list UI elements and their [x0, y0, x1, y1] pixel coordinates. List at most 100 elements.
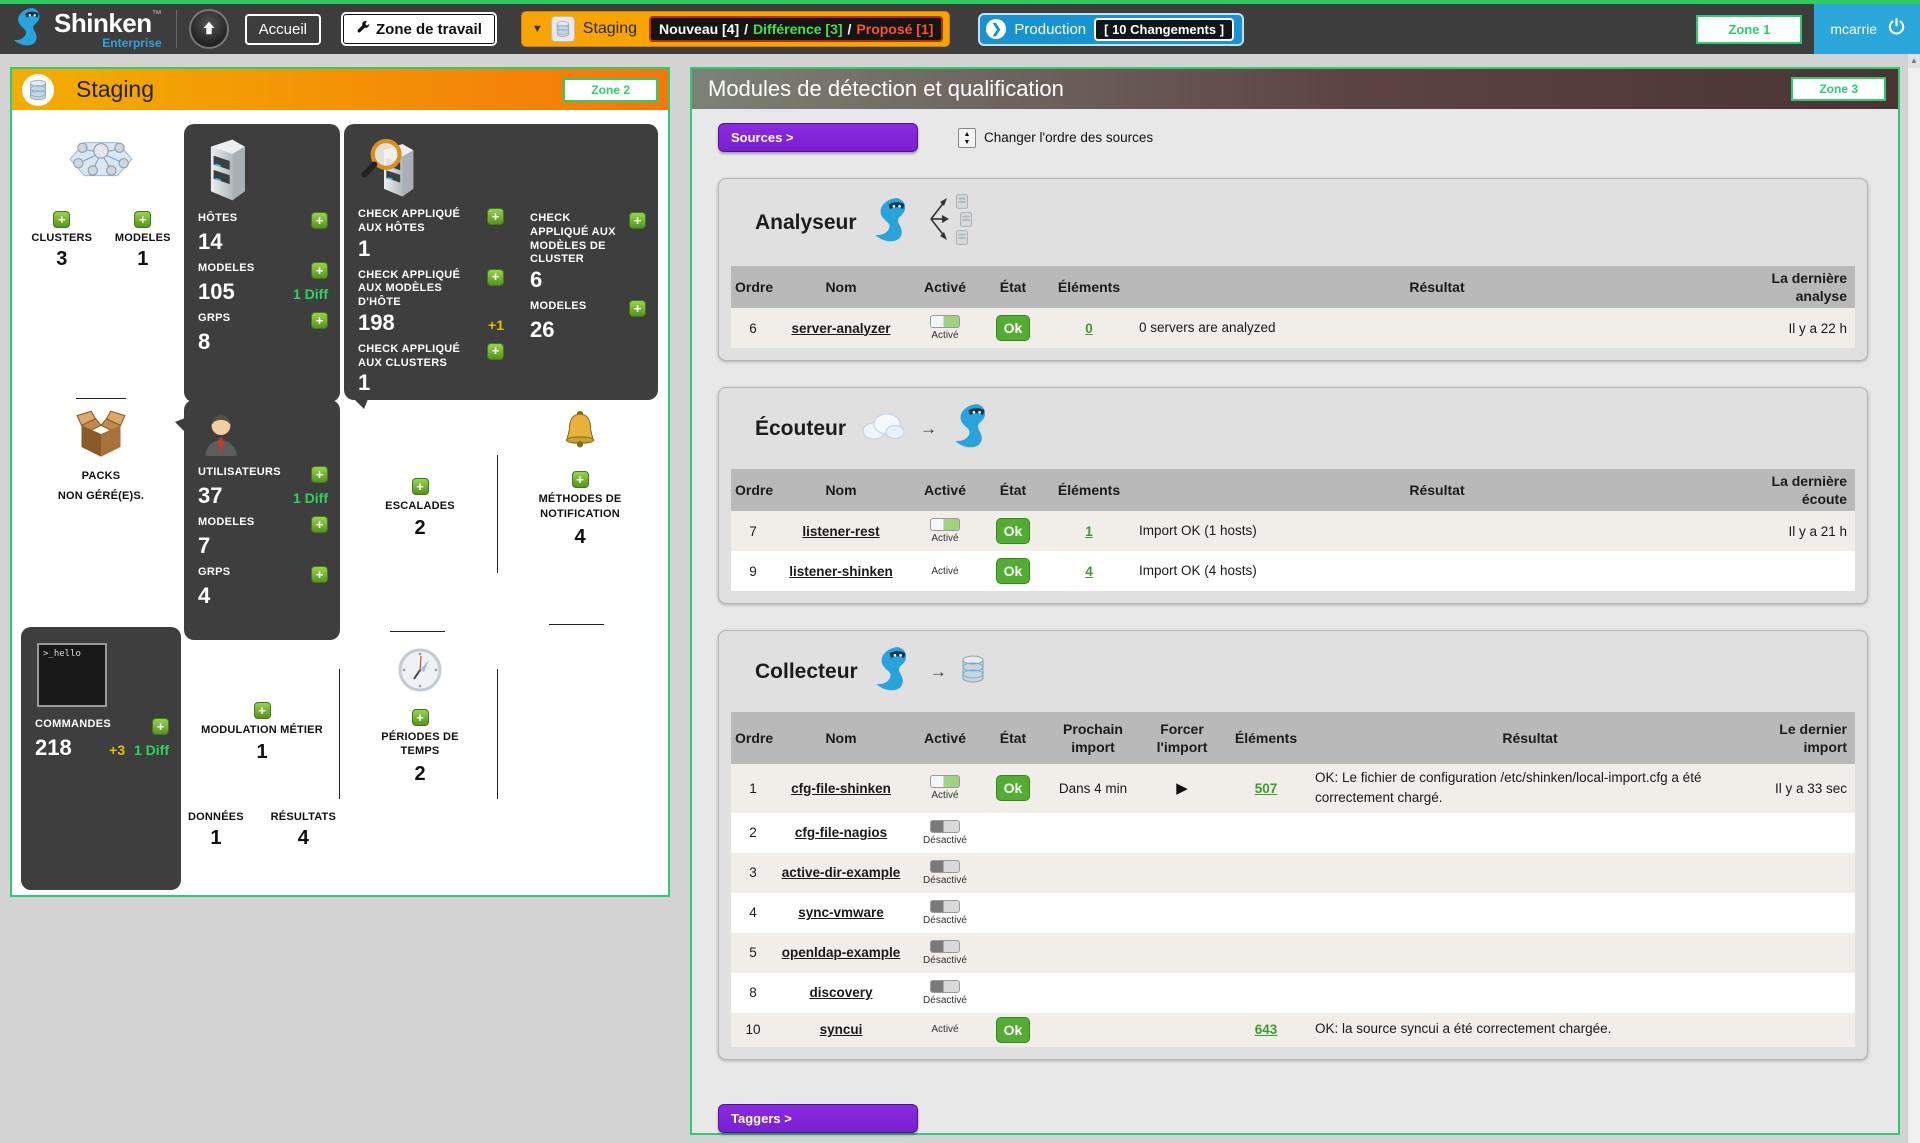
add-host-button[interactable]: + — [311, 212, 328, 229]
staging-new-count: Nouveau [4] — [659, 21, 739, 37]
staging-dropdown-label: Staging — [583, 20, 637, 38]
source-name-link[interactable]: cfg-file-nagios — [795, 825, 887, 840]
clock-icon — [398, 648, 442, 697]
added-badge: +1 — [488, 317, 504, 333]
scroll-top-button[interactable] — [189, 9, 229, 49]
source-name-link[interactable]: discovery — [809, 985, 872, 1000]
result-text: Import OK (1 hosts) — [1135, 517, 1739, 545]
chevron-right-icon: ❯ — [986, 19, 1006, 39]
add-clustermodel-check-button[interactable]: + — [629, 212, 646, 229]
reorder-sources-control[interactable]: ▲▼ Changer l'ordre des sources — [958, 128, 1153, 148]
shinken-logo[interactable]: Shinken™ Enterprise — [0, 4, 176, 54]
power-icon[interactable] — [1887, 17, 1906, 41]
add-cluster-check-button[interactable]: + — [487, 343, 504, 360]
add-check-model-button[interactable]: + — [629, 300, 646, 317]
add-cluster-button[interactable]: + — [53, 211, 70, 228]
taggers-button[interactable]: Taggers > — [718, 1104, 918, 1133]
sources-button[interactable]: Sources > — [718, 123, 918, 152]
elements-link[interactable]: 643 — [1255, 1022, 1278, 1037]
add-modulation-button[interactable]: + — [254, 702, 271, 719]
add-host-check-button[interactable]: + — [487, 208, 504, 225]
staging-panel-header: Staging Zone 2 — [12, 69, 668, 110]
modules-panel-header: Modules de détection et qualification Zo… — [692, 69, 1898, 109]
home-button[interactable]: Accueil — [245, 14, 321, 45]
data-stat: DONNÉES 1 — [188, 810, 244, 850]
checks-card: CHECK APPLIQUÉ AUX HÔTES+ 1 CHECK APPLIQ… — [344, 124, 658, 400]
shinken-ninja-icon — [10, 6, 48, 53]
enabled-toggle[interactable] — [930, 820, 960, 833]
add-user-model-button[interactable]: + — [311, 516, 328, 533]
source-name-link[interactable]: cfg-file-shinken — [791, 781, 891, 796]
source-name-link[interactable]: active-dir-example — [782, 865, 901, 880]
user-menu[interactable]: mcarrie — [1814, 4, 1920, 54]
diff-badge: 1 Diff — [293, 286, 328, 302]
page-title: Staging — [76, 76, 563, 103]
last-run-text: Il y a 22 h — [1739, 317, 1855, 340]
force-import-button[interactable]: ▶ — [1176, 780, 1188, 797]
elements-link[interactable]: 4 — [1085, 564, 1093, 579]
notification-methods-block: + MÉTHODES DE NOTIFICATION 4 — [516, 410, 644, 549]
staging-changes-summary: Nouveau [4] / Différence [3] / Proposé [… — [649, 16, 943, 42]
add-host-group-button[interactable]: + — [311, 312, 328, 329]
add-time-period-button[interactable]: + — [412, 709, 429, 726]
add-command-button[interactable]: + — [152, 718, 169, 735]
wrench-icon — [356, 20, 370, 38]
clusters-stat: + CLUSTERS 3 — [31, 211, 92, 271]
elements-link[interactable]: 1 — [1085, 524, 1093, 539]
staging-dropdown[interactable]: ▼ Staging Nouveau [4] / Différence [3] /… — [521, 11, 951, 47]
source-name-link[interactable]: listener-rest — [802, 524, 879, 539]
divider — [339, 669, 340, 799]
enabled-toggle[interactable] — [930, 860, 960, 873]
section-title: Analyseur — [755, 211, 857, 235]
table-row: 7 listener-rest Activé Ok 1 Import OK (1… — [731, 511, 1855, 551]
next-import-text: Dans 4 min — [1043, 777, 1143, 800]
add-notification-method-button[interactable]: + — [572, 471, 589, 488]
database-icon — [551, 16, 575, 42]
result-text: OK: Le fichier de configuration /etc/shi… — [1311, 764, 1749, 813]
username: mcarrie — [1830, 21, 1877, 37]
commands-card: >_hello COMMANDES+ 218+3 1 Diff — [21, 627, 181, 890]
sort-arrows-icon[interactable]: ▲▼ — [958, 128, 976, 148]
ninja-icon — [871, 196, 915, 249]
source-name-link[interactable]: server-analyzer — [791, 321, 890, 336]
topbar: Shinken™ Enterprise Accueil Zone de trav… — [0, 4, 1920, 54]
source-name-link[interactable]: openldap-example — [782, 945, 901, 960]
divider — [497, 455, 498, 573]
zone3-badge: Zone 3 — [1791, 77, 1886, 101]
scrollbar-up-arrow[interactable]: ▲ — [1908, 54, 1920, 68]
enabled-toggle[interactable] — [930, 518, 960, 531]
add-cluster-model-button[interactable]: + — [134, 211, 151, 228]
production-button[interactable]: ❯ Production [ 10 Changements ] — [978, 13, 1244, 46]
users-card: UTILISATEURS+ 371 Diff MODELES+ 7 GRPS+ … — [184, 400, 340, 640]
table-row: 8 discovery Désactivé — [731, 973, 1855, 1013]
database-icon — [22, 74, 54, 106]
enabled-toggle[interactable] — [930, 980, 960, 993]
elements-link[interactable]: 507 — [1255, 781, 1278, 796]
source-name-link[interactable]: listener-shinken — [789, 564, 893, 579]
results-stat: RÉSULTATS 4 — [271, 810, 336, 850]
status-ok-badge: Ok — [996, 558, 1031, 584]
add-hostmodel-check-button[interactable]: + — [487, 269, 504, 286]
add-escalade-button[interactable]: + — [412, 478, 429, 495]
table-header: Ordre Nom Activé État Éléments Résultat … — [731, 469, 1855, 511]
open-box-icon — [75, 445, 127, 462]
divider — [390, 631, 445, 632]
table-row: 3 active-dir-example Désactivé — [731, 853, 1855, 893]
source-name-link[interactable]: syncui — [820, 1022, 863, 1037]
page-scrollbar[interactable]: ▲ — [1907, 54, 1920, 1143]
table-row: 5 openldap-example Désactivé — [731, 933, 1855, 973]
source-name-link[interactable]: sync-vmware — [798, 905, 884, 920]
enabled-toggle[interactable] — [930, 315, 960, 328]
add-user-button[interactable]: + — [311, 466, 328, 483]
enabled-toggle[interactable] — [930, 900, 960, 913]
enabled-toggle[interactable] — [930, 940, 960, 953]
cluster-icon — [68, 167, 134, 184]
hosts-card: HÔTES+ 14 MODELES+ 1051 Diff GRPS+ 8 — [184, 124, 340, 402]
table-row: 2 cfg-file-nagios Désactivé — [731, 813, 1855, 853]
add-user-group-button[interactable]: + — [311, 566, 328, 583]
workzone-button[interactable]: Zone de travail — [343, 14, 495, 44]
data-results-block: DONNÉES 1 RÉSULTATS 4 — [188, 810, 336, 850]
elements-link[interactable]: 0 — [1085, 321, 1093, 336]
enabled-toggle[interactable] — [930, 775, 960, 788]
add-host-model-button[interactable]: + — [311, 262, 328, 279]
